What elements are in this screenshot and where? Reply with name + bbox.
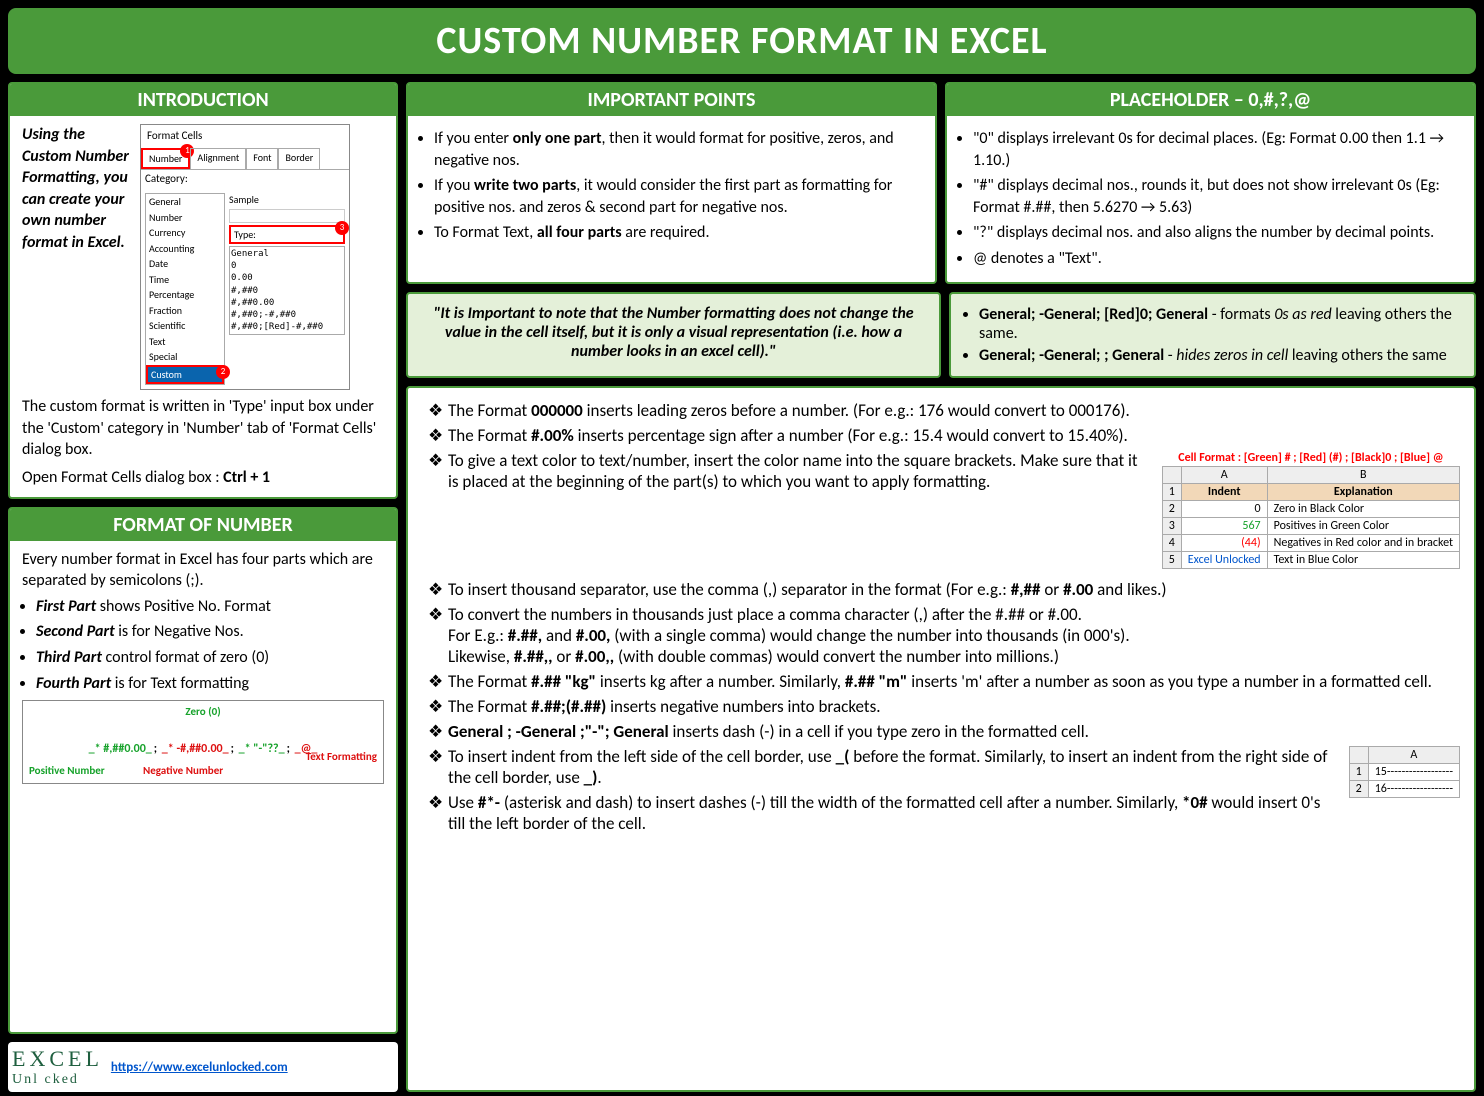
ph-ex2: General; -General; ; General - hides zer… [979, 346, 1460, 365]
intro-p1: The custom format is written in 'Type' i… [22, 396, 384, 461]
tip-thousand-sep: To insert thousand separator, use the co… [428, 579, 1460, 600]
placeholder-panel: PLACEHOLDER – 0,#,?,@ "0" displays irrel… [945, 82, 1476, 284]
ph-b4: @ denotes a "Text". [973, 248, 1462, 270]
dialog-title: Format Cells [141, 125, 349, 148]
cat-accounting[interactable]: Accounting [146, 241, 224, 257]
fon-part1: First Part shows Positive No. Format [36, 596, 384, 618]
ph-b2: "#" displays decimal nos., rounds it, bu… [973, 175, 1462, 218]
diag-pos-label: Positive Number [29, 764, 105, 779]
fon-part2: Second Part is for Negative Nos. [36, 621, 384, 643]
intro-p2: Open Format Cells dialog box : Ctrl + 1 [22, 467, 384, 489]
tip-percent: The Format #.00% inserts percentage sign… [428, 425, 1460, 446]
format-list[interactable]: General 0 0.00 #,##0 #,##0.00 #,##0;-#,#… [229, 246, 345, 335]
ip-b1: If you enter only one part, then it woul… [434, 128, 923, 171]
website-link[interactable]: https://www.excelunlocked.com [111, 1060, 288, 1075]
format-cells-dialog: Format Cells Number1 Alignment Font Bord… [140, 124, 350, 390]
cat-time[interactable]: Time [146, 272, 224, 288]
fon-intro: Every number format in Excel has four pa… [22, 549, 384, 592]
tip-thousands-millions: To convert the numbers in thousands just… [428, 604, 1460, 667]
format-of-number-header: FORMAT OF NUMBER [10, 509, 396, 541]
page-title: CUSTOM NUMBER FORMAT IN EXCEL [8, 8, 1476, 74]
cat-text[interactable]: Text [146, 334, 224, 350]
tip-dash-zero: General ; -General ;"-"; General inserts… [428, 721, 1460, 742]
callout-3: 3 [335, 221, 349, 235]
type-box[interactable]: Type:3 [229, 225, 345, 245]
ph-ex1: General; -General; [Red]0; General - for… [979, 305, 1460, 343]
tab-font[interactable]: Font [246, 148, 278, 170]
logo-area: EXCEL Unl cked https://www.excelunlocked… [8, 1042, 398, 1092]
ph-b3: "?" displays decimal nos. and also align… [973, 222, 1462, 244]
cat-special[interactable]: Special [146, 349, 224, 365]
ph-b1: "0" displays irrelevant 0s for decimal p… [973, 128, 1462, 171]
important-note: "It is Important to note that the Number… [406, 292, 941, 378]
diag-s1: _* #,##0.00_ [87, 741, 154, 757]
tab-border[interactable]: Border [278, 148, 320, 170]
callout-2: 2 [216, 365, 230, 379]
intro-lead: Using the Custom Number Formatting, you … [22, 124, 132, 390]
format-of-number-panel: FORMAT OF NUMBER Every number format in … [8, 507, 398, 1034]
important-points-panel: IMPORTANT POINTS If you enter only one p… [406, 82, 937, 284]
tip-leading-zeros: The Format 000000 inserts leading zeros … [428, 400, 1460, 421]
tab-alignment[interactable]: Alignment [190, 148, 246, 170]
logo: EXCEL Unl cked [12, 1046, 103, 1088]
placeholder-examples: General; -General; [Red]0; General - for… [949, 292, 1476, 378]
diag-txt-label: Text Formatting [306, 750, 377, 765]
cat-fraction[interactable]: Fraction [146, 303, 224, 319]
diag-s3: _* "-"??_ [237, 741, 287, 757]
introduction-panel: INTRODUCTION Using the Custom Number For… [8, 82, 398, 499]
diag-neg-label: Negative Number [143, 764, 223, 779]
placeholder-header: PLACEHOLDER – 0,#,?,@ [947, 84, 1474, 116]
category-label: Category: [141, 170, 349, 189]
diag-s2: _* -#,##0.00_ [160, 741, 231, 757]
fon-part3: Third Part control format of zero (0) [36, 647, 384, 669]
cat-number[interactable]: Number [146, 210, 224, 226]
cat-date[interactable]: Date [146, 256, 224, 272]
introduction-header: INTRODUCTION [10, 84, 396, 116]
tip-fill: Use #*- (asterisk and dash) to insert da… [428, 792, 1460, 834]
format-diagram: Zero (0) _* #,##0.00_; _* -#,##0.00_; _*… [22, 700, 384, 784]
tab-number[interactable]: Number1 [141, 148, 190, 170]
tip-indent: To insert indent from the left side of t… [428, 746, 1460, 788]
cat-general[interactable]: General [146, 194, 224, 210]
ip-b2: If you write two parts, it would conside… [434, 175, 923, 218]
important-points-header: IMPORTANT POINTS [408, 84, 935, 116]
ip-b3: To Format Text, all four parts are requi… [434, 222, 923, 244]
sample-label: Sample [229, 193, 345, 207]
cat-scientific[interactable]: Scientific [146, 318, 224, 334]
cat-percentage[interactable]: Percentage [146, 287, 224, 303]
diag-zero-label: Zero (0) [185, 705, 220, 720]
tip-units: The Format #.## "kg" inserts kg after a … [428, 671, 1460, 692]
tip-neg-brackets: The Format #.##;(#.##) inserts negative … [428, 696, 1460, 717]
category-list[interactable]: General Number Currency Accounting Date … [145, 193, 225, 385]
cat-custom[interactable]: Custom2 [146, 365, 224, 385]
tips-panel: The Format 000000 inserts leading zeros … [406, 386, 1476, 1092]
tip-color: To give a text color to text/number, ins… [428, 450, 1460, 492]
cat-currency[interactable]: Currency [146, 225, 224, 241]
sample-box [229, 209, 345, 223]
fon-part4: Fourth Part is for Text formatting [36, 673, 384, 695]
